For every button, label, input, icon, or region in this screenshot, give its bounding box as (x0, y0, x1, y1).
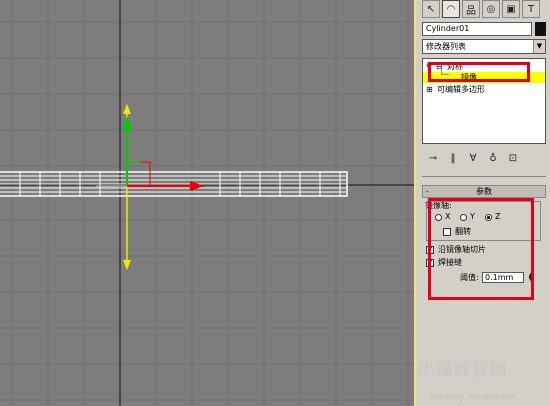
command-panel: ↖ ◠ 品 ◎ ▣ T Cylinder01 修改器列表 ▼ ♀ ⊟ 对称 └─… (414, 0, 550, 406)
rollout-title: 参数 (476, 187, 492, 196)
modifier-list-label: 修改器列表 (426, 42, 466, 51)
configure-sets-icon[interactable]: ⊡ (506, 152, 520, 166)
stack-item-label: 可编辑多边形 (437, 85, 485, 94)
object-name-field[interactable]: Cylinder01 (422, 22, 532, 36)
command-panel-tabs: ↖ ◠ 品 ◎ ▣ T (422, 0, 542, 20)
perspective-viewport[interactable] (0, 0, 414, 406)
stack-item-editable-poly[interactable]: ⊞ 可编辑多边形 (423, 84, 545, 95)
highlight-box-stack (428, 62, 530, 82)
pin-stack-icon[interactable]: ⊸ (426, 152, 440, 166)
highlight-box-parameters (428, 198, 534, 300)
motion-tab-icon[interactable]: ◎ (482, 0, 500, 18)
chevron-down-icon[interactable]: ▼ (533, 40, 545, 53)
mirror-gizmo[interactable] (96, 104, 204, 270)
viewport-grid (0, 0, 414, 406)
display-tab-icon[interactable]: ▣ (502, 0, 520, 18)
utilities-tab-icon[interactable]: T (522, 0, 540, 18)
viewport-canvas[interactable] (0, 0, 414, 406)
watermark-url: jiaocheng.chazidian.com (430, 393, 517, 401)
make-unique-icon[interactable]: ∀ (466, 152, 480, 166)
hierarchy-tab-icon[interactable]: 品 (462, 0, 480, 18)
modifier-list-dropdown[interactable]: 修改器列表 ▼ (422, 39, 546, 54)
show-end-result-icon[interactable]: ‖ (446, 152, 460, 166)
stack-toolbar: ⊸ ‖ ∀ ♁ ⊡ (426, 152, 546, 168)
parameters-rollout-header[interactable]: - 参数 (422, 185, 546, 198)
remove-modifier-icon[interactable]: ♁ (486, 152, 500, 166)
cylinder-mesh[interactable] (0, 171, 348, 197)
object-color-swatch[interactable] (535, 22, 546, 36)
world-axes (0, 0, 414, 406)
expand-plus-icon[interactable]: ⊞ (426, 84, 433, 95)
divider (422, 176, 546, 177)
create-tab-icon[interactable]: ↖ (422, 0, 440, 18)
watermark-text: 中国教程网 (418, 360, 509, 379)
modify-tab-icon[interactable]: ◠ (442, 0, 460, 18)
